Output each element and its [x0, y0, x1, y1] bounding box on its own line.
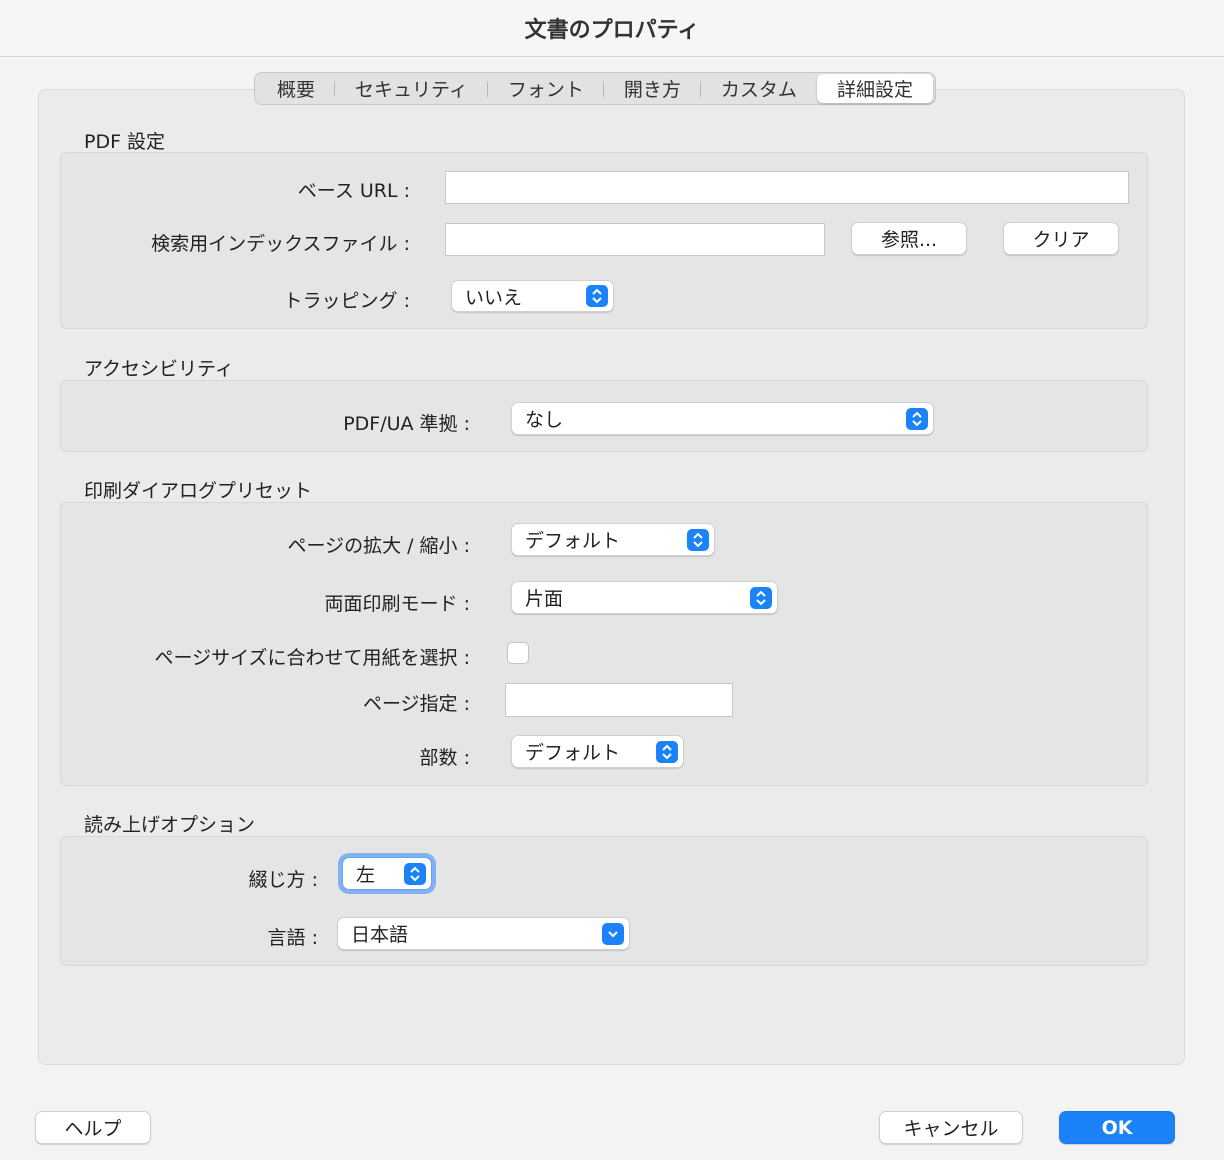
duplex-label: 両面印刷モード : [324, 593, 470, 615]
search-index-label: 検索用インデックスファイル : [151, 233, 410, 255]
binding-select[interactable]: 左 [342, 857, 432, 890]
tab-description[interactable]: 概要 [257, 74, 336, 103]
tab-custom[interactable]: カスタム [701, 74, 817, 103]
language-label: 言語 : [267, 927, 318, 949]
binding-label: 綴じ方 : [248, 869, 318, 891]
updown-chevron-icon [750, 586, 772, 609]
pdfua-select[interactable]: なし [511, 402, 934, 435]
tab-security[interactable]: セキュリティ [335, 74, 488, 103]
cancel-button[interactable]: キャンセル [879, 1111, 1023, 1144]
pdfua-label: PDF/UA 準拠 : [343, 413, 470, 435]
updown-chevron-icon [687, 528, 709, 551]
browse-button[interactable]: 参照... [851, 222, 967, 255]
window-title: 文書のプロパティ [524, 18, 700, 43]
pdfua-value: なし [525, 409, 564, 431]
base-url-input[interactable] [445, 171, 1129, 204]
paper-by-size-label: ページサイズに合わせて用紙を選択 : [154, 647, 471, 669]
clear-button[interactable]: クリア [1003, 222, 1119, 255]
accessibility-title: アクセシビリティ [84, 358, 234, 380]
scaling-value: デフォルト [525, 530, 621, 552]
tab-advanced[interactable]: 詳細設定 [816, 74, 933, 103]
paper-by-size-checkbox[interactable] [507, 642, 529, 664]
updown-chevron-icon [586, 285, 608, 307]
page-range-label: ページ指定 : [362, 693, 470, 715]
trapping-select[interactable]: いいえ [451, 280, 614, 312]
updown-chevron-icon [404, 862, 426, 885]
language-select[interactable]: 日本語 [337, 917, 630, 950]
page-range-input[interactable] [505, 683, 733, 717]
pdf-settings-title: PDF 設定 [84, 131, 166, 153]
duplex-value: 片面 [525, 588, 564, 610]
tab-bar: 概要 セキュリティ フォント 開き方 カスタム 詳細設定 [254, 72, 936, 105]
language-value: 日本語 [351, 924, 409, 946]
duplex-select[interactable]: 片面 [511, 581, 778, 614]
tab-initial-view[interactable]: 開き方 [604, 74, 701, 103]
updown-chevron-icon [906, 407, 928, 430]
copies-select[interactable]: デフォルト [511, 735, 684, 768]
print-preset-title: 印刷ダイアログプリセット [84, 480, 313, 502]
search-index-input[interactable] [445, 223, 825, 256]
copies-label: 部数 : [419, 747, 470, 769]
tab-fonts[interactable]: フォント [488, 74, 604, 103]
scaling-label: ページの拡大 / 縮小 : [287, 535, 470, 557]
reading-options-title: 読み上げオプション [84, 814, 256, 836]
chevron-down-icon [602, 922, 624, 945]
updown-chevron-icon [656, 740, 678, 763]
help-button[interactable]: ヘルプ [35, 1111, 151, 1144]
title-bar: 文書のプロパティ [0, 0, 1224, 57]
scaling-select[interactable]: デフォルト [511, 523, 715, 556]
trapping-label: トラッピング : [283, 290, 410, 312]
ok-button[interactable]: OK [1059, 1111, 1175, 1144]
base-url-label: ベース URL : [297, 180, 410, 202]
